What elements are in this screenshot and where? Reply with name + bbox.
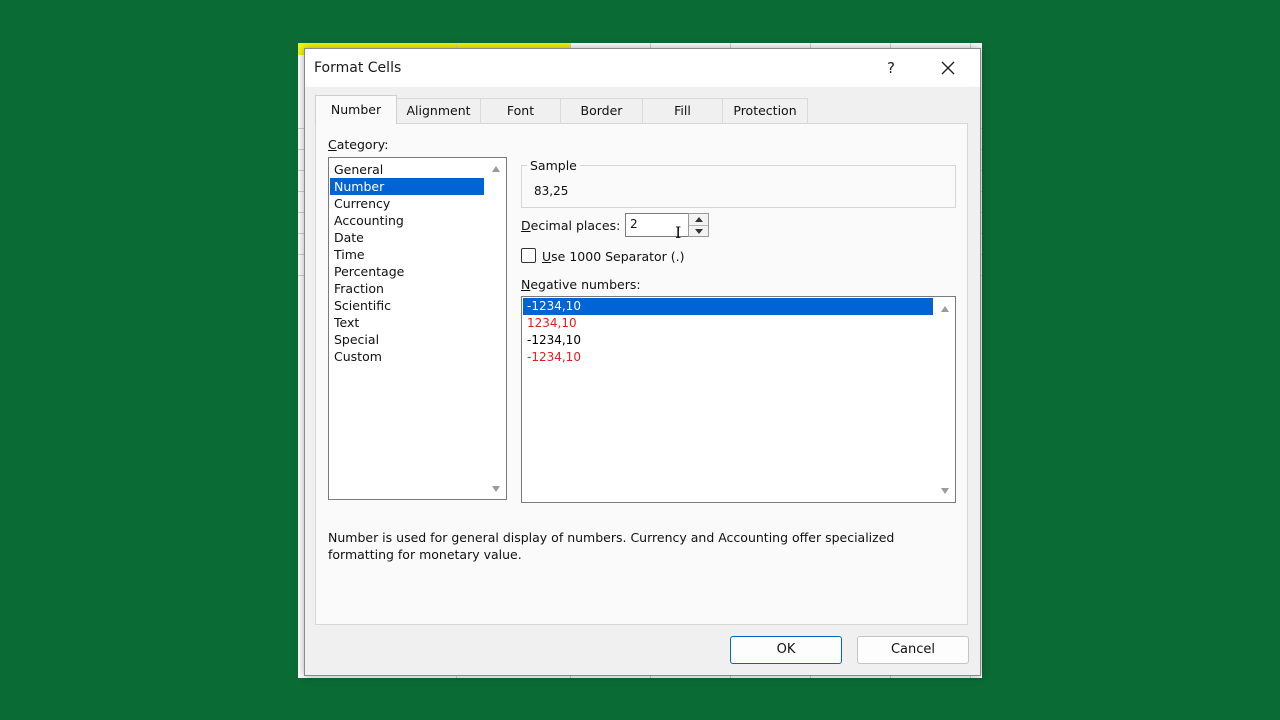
- text-cursor-icon: I: [675, 223, 682, 242]
- category-list[interactable]: General Number Currency Accounting Date …: [328, 157, 507, 500]
- category-item-date[interactable]: Date: [330, 229, 484, 246]
- use-1000-separator-checkbox[interactable]: [521, 248, 536, 263]
- tab-fill[interactable]: Fill: [642, 98, 723, 123]
- use-1000-separator-label[interactable]: Use 1000 Separator (.): [542, 249, 685, 264]
- category-item-special[interactable]: Special: [330, 331, 484, 348]
- category-item-text[interactable]: Text: [330, 314, 484, 331]
- tab-number[interactable]: Number: [315, 95, 397, 124]
- spin-down-icon: [695, 229, 703, 234]
- tab-protection[interactable]: Protection: [722, 98, 808, 123]
- decimal-places-stepper[interactable]: [688, 213, 709, 237]
- negative-format-item-4[interactable]: -1234,10: [523, 349, 933, 366]
- scroll-up-arrow-icon[interactable]: [492, 166, 500, 172]
- scroll-down-arrow-icon[interactable]: [492, 486, 500, 492]
- category-item-accounting[interactable]: Accounting: [330, 212, 484, 229]
- scroll-up-arrow-icon[interactable]: [941, 306, 949, 312]
- negative-format-item-2[interactable]: 1234,10: [523, 315, 933, 332]
- negative-numbers-label: Negative numbers:: [521, 277, 641, 292]
- scroll-down-arrow-icon[interactable]: [941, 488, 949, 494]
- tab-border[interactable]: Border: [560, 98, 643, 123]
- category-item-time[interactable]: Time: [330, 246, 484, 263]
- sample-value: 83,25: [534, 184, 569, 198]
- spin-up-icon: [695, 217, 703, 222]
- format-cells-dialog: Format Cells ? Number Alignment Font Bor…: [304, 48, 981, 676]
- negative-format-item-1[interactable]: -1234,10: [523, 298, 933, 315]
- category-description: Number is used for general display of nu…: [328, 530, 895, 562]
- category-item-custom[interactable]: Custom: [330, 348, 484, 365]
- decimal-places-label: Decimal places:: [521, 218, 621, 233]
- title-bar: Format Cells ?: [305, 49, 980, 87]
- tab-alignment[interactable]: Alignment: [396, 98, 481, 123]
- category-label: Category:: [328, 137, 389, 152]
- category-item-scientific[interactable]: Scientific: [330, 297, 484, 314]
- increment-button[interactable]: [689, 214, 708, 225]
- category-item-number[interactable]: Number: [330, 178, 484, 195]
- category-item-percentage[interactable]: Percentage: [330, 263, 484, 280]
- close-icon: [941, 61, 955, 75]
- category-item-fraction[interactable]: Fraction: [330, 280, 484, 297]
- decrement-button[interactable]: [689, 225, 708, 237]
- negative-numbers-list[interactable]: -1234,10 1234,10 -1234,10 -1234,10: [521, 296, 956, 503]
- negative-numbers-scrollbar[interactable]: [936, 298, 954, 501]
- category-scrollbar[interactable]: [487, 159, 505, 498]
- category-item-currency[interactable]: Currency: [330, 195, 484, 212]
- negative-format-item-3[interactable]: -1234,10: [523, 332, 933, 349]
- sample-title: Sample: [527, 158, 580, 173]
- cancel-button[interactable]: Cancel: [857, 636, 969, 664]
- sample-group: [521, 165, 956, 208]
- ok-button[interactable]: OK: [730, 636, 842, 664]
- category-item-general[interactable]: General: [330, 161, 484, 178]
- dialog-title: Format Cells: [314, 60, 402, 76]
- help-button[interactable]: ?: [875, 55, 907, 81]
- close-button[interactable]: [930, 55, 966, 81]
- tab-font[interactable]: Font: [480, 98, 561, 123]
